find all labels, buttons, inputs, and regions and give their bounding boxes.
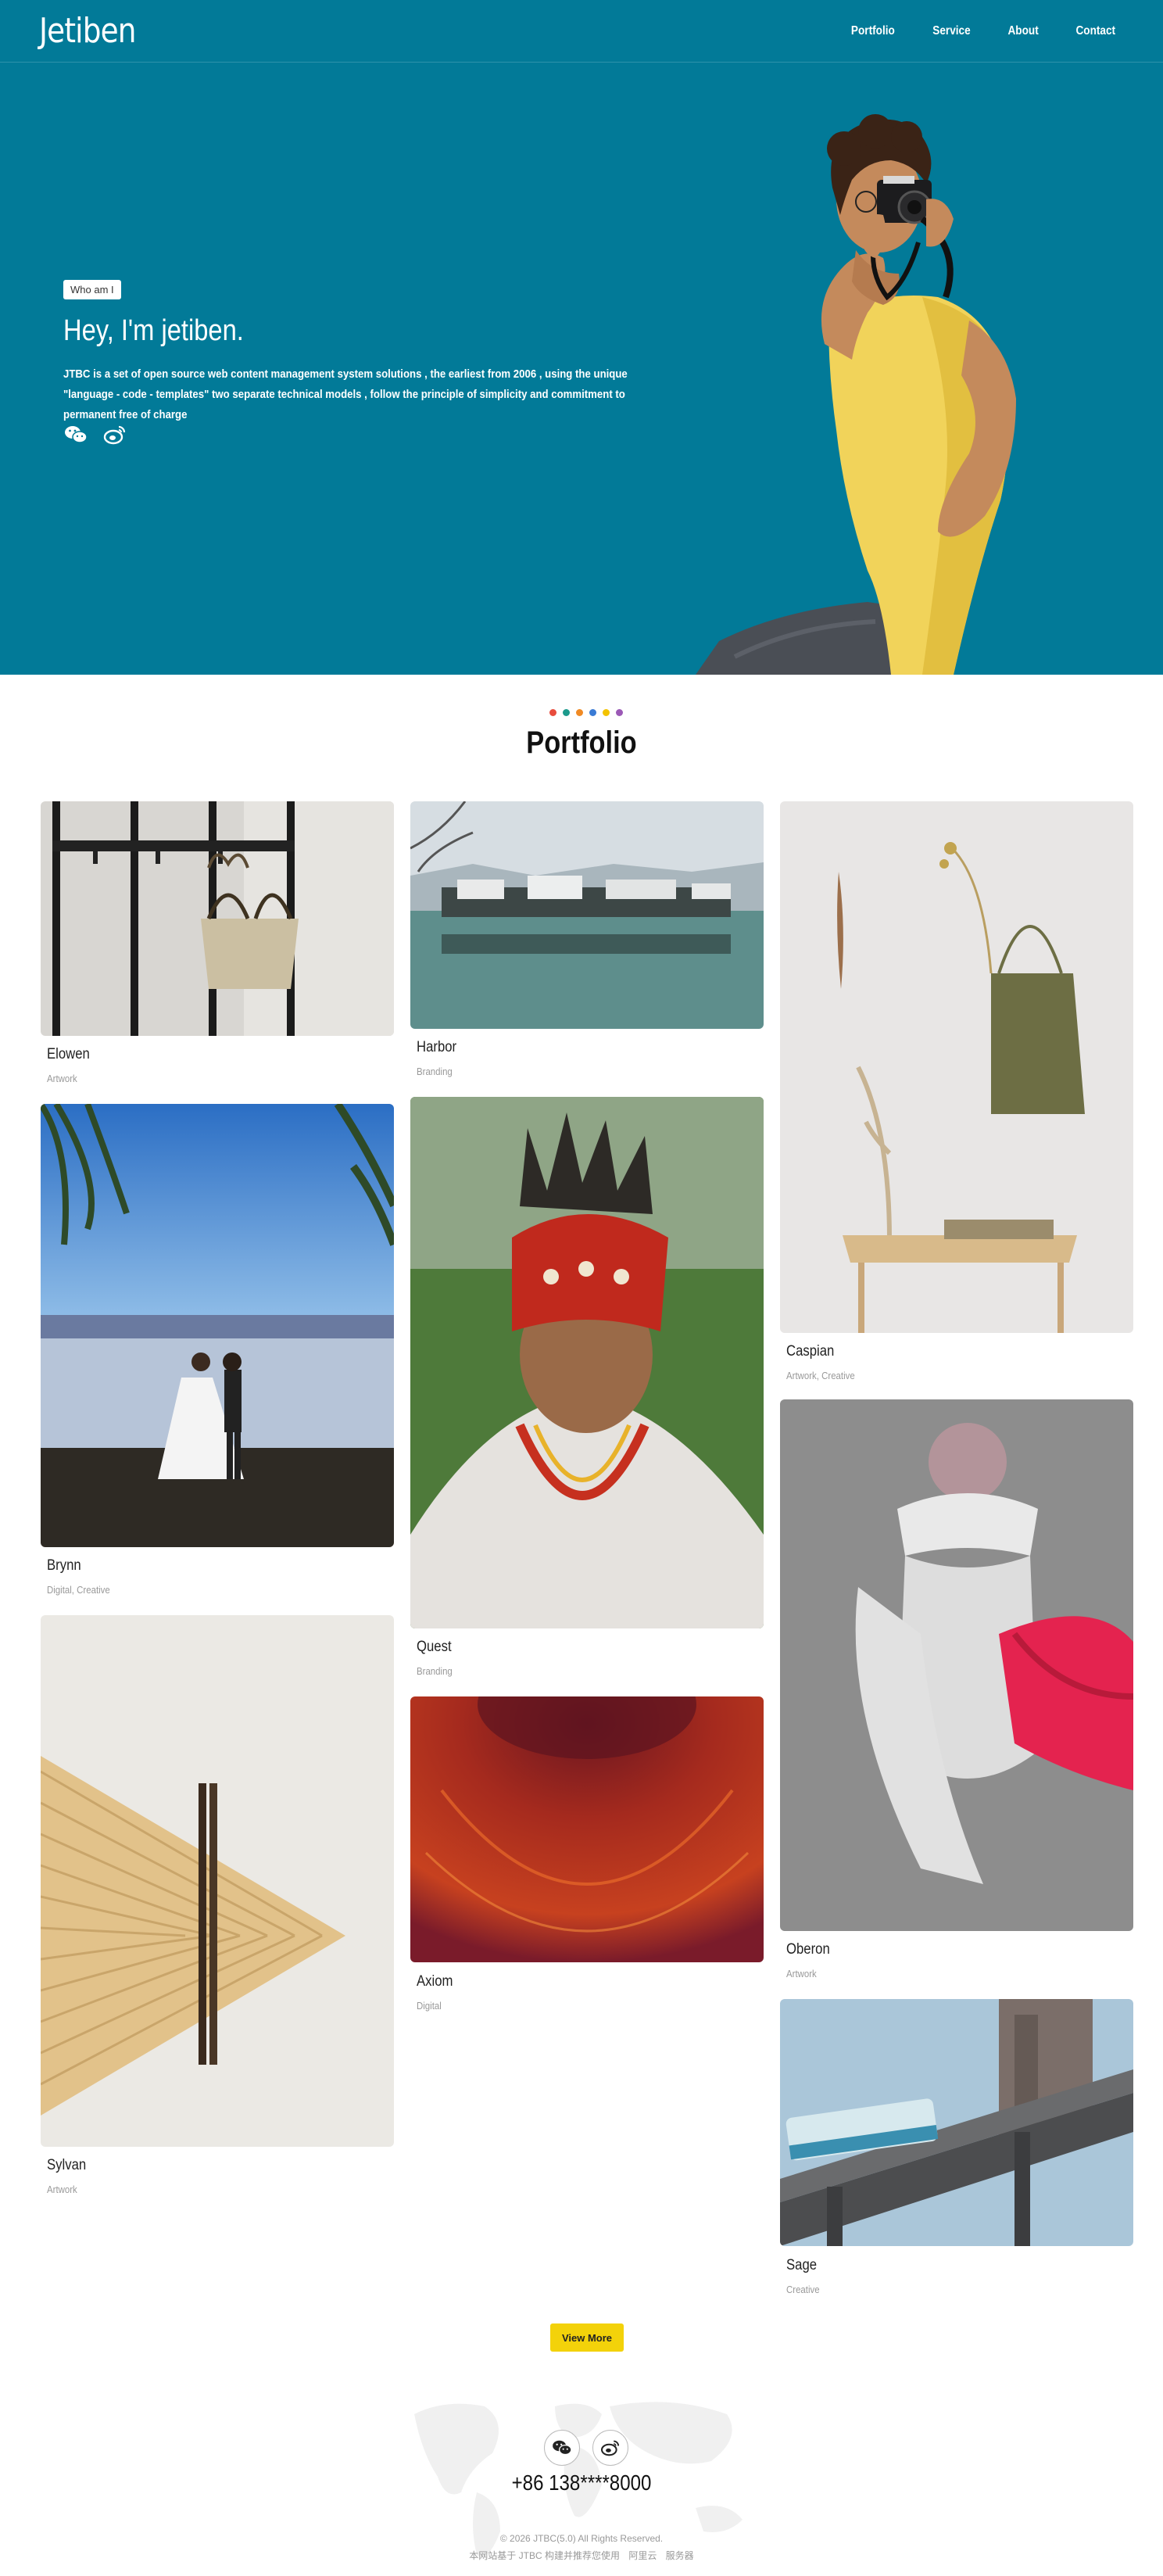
- view-more-button[interactable]: View More: [550, 2323, 624, 2352]
- portfolio-item-tag: Artwork: [786, 1968, 817, 1979]
- portfolio-item-tag: Artwork: [47, 2184, 77, 2195]
- portfolio-card-harbor[interactable]: Harbor Branding: [410, 801, 764, 1083]
- portfolio-image[interactable]: [41, 801, 394, 1036]
- portfolio-item-name[interactable]: Caspian: [786, 1343, 834, 1360]
- portfolio-image[interactable]: [41, 1104, 394, 1547]
- nav-contact[interactable]: Contact: [1076, 24, 1116, 38]
- weibo-icon[interactable]: [102, 422, 127, 447]
- portfolio-image[interactable]: [410, 1696, 764, 1962]
- hero-description: JTBC is a set of open source web content…: [63, 367, 628, 421]
- portfolio-image[interactable]: [410, 1097, 764, 1628]
- portfolio-card-sylvan[interactable]: Sylvan Artwork: [41, 1615, 394, 2202]
- portfolio-item-name[interactable]: Sage: [786, 2257, 817, 2274]
- site-header: Jetiben Portfolio Service About Contact: [0, 0, 1163, 63]
- footer-links: 本网站基于 JTBC 构建并推荐您使用 阿里云 服务器: [0, 2549, 1163, 2562]
- portfolio-item-tag: Digital, Creative: [47, 1584, 110, 1596]
- portfolio-card-elowen[interactable]: Elowen Artwork: [41, 801, 394, 1091]
- portfolio-item-tag: Digital: [417, 2000, 442, 2012]
- portfolio-item-name[interactable]: Sylvan: [47, 2157, 86, 2174]
- portfolio-item-tag: Branding: [417, 1665, 453, 1677]
- footer-social-links: [544, 2430, 628, 2466]
- dot-yellow: [603, 709, 610, 716]
- site-logo[interactable]: Jetiben: [39, 11, 136, 51]
- portfolio-card-oberon[interactable]: Oberon Artwork: [780, 1399, 1133, 1986]
- footer-link-jtbc[interactable]: 本网站基于 JTBC 构建并推荐您使用: [469, 2550, 620, 2561]
- nav-service[interactable]: Service: [933, 24, 971, 38]
- portfolio-item-name[interactable]: Elowen: [47, 1046, 90, 1063]
- portfolio-title: Portfolio: [526, 726, 637, 760]
- main-nav: Portfolio Service About Contact: [847, 24, 1119, 38]
- portfolio-image[interactable]: [41, 1615, 394, 2147]
- dot-orange: [576, 709, 583, 716]
- portfolio-item-tag: Creative: [786, 2284, 820, 2295]
- footer-link-server[interactable]: 服务器: [666, 2550, 694, 2561]
- portfolio-card-quest[interactable]: Quest Branding: [410, 1097, 764, 1683]
- portfolio-card-axiom[interactable]: Axiom Digital: [410, 1696, 764, 2025]
- hero-title: Hey, I'm jetiben.: [63, 314, 244, 347]
- hero-badge: Who am I: [63, 280, 121, 299]
- portfolio-card-caspian[interactable]: Caspian Artwork, Creative: [780, 801, 1133, 1388]
- wechat-icon[interactable]: [63, 422, 88, 447]
- weibo-icon[interactable]: [592, 2430, 628, 2466]
- portfolio-item-name[interactable]: Harbor: [417, 1039, 456, 1056]
- wechat-icon[interactable]: [544, 2430, 580, 2466]
- dot-teal: [563, 709, 570, 716]
- portfolio-image[interactable]: [410, 801, 764, 1029]
- nav-portfolio[interactable]: Portfolio: [850, 24, 894, 38]
- contact-phone: +86 138****8000: [511, 2470, 652, 2495]
- portfolio-item-name[interactable]: Axiom: [417, 1973, 453, 1990]
- copyright-text: © 2026 JTBC(5.0) All Rights Reserved.: [499, 2533, 664, 2544]
- dot-purple: [616, 709, 623, 716]
- portfolio-card-brynn[interactable]: Brynn Digital, Creative: [41, 1104, 394, 1604]
- portfolio-card-sage[interactable]: Sage Creative: [780, 1999, 1133, 2312]
- dot-red: [549, 709, 556, 716]
- hero-social-links: [63, 422, 127, 447]
- portfolio-item-name[interactable]: Quest: [417, 1639, 452, 1656]
- portfolio-item-tag: Artwork: [47, 1073, 77, 1084]
- portfolio-image[interactable]: [780, 1999, 1133, 2246]
- portfolio-image[interactable]: [780, 801, 1133, 1333]
- dot-blue: [589, 709, 596, 716]
- site-footer: +86 138****8000 © 2026 JTBC(5.0) All Rig…: [0, 2377, 1163, 2576]
- nav-about[interactable]: About: [1008, 24, 1039, 38]
- portfolio-item-tag: Branding: [417, 1066, 453, 1077]
- footer-link-aliyun[interactable]: 阿里云: [628, 2550, 657, 2561]
- section-dots: [549, 709, 623, 716]
- portfolio-item-name[interactable]: Oberon: [786, 1941, 830, 1958]
- portfolio-image[interactable]: [780, 1399, 1133, 1931]
- portfolio-item-name[interactable]: Brynn: [47, 1557, 81, 1575]
- hero-photographer-image: [696, 114, 1016, 675]
- portfolio-item-tag: Artwork, Creative: [786, 1370, 855, 1381]
